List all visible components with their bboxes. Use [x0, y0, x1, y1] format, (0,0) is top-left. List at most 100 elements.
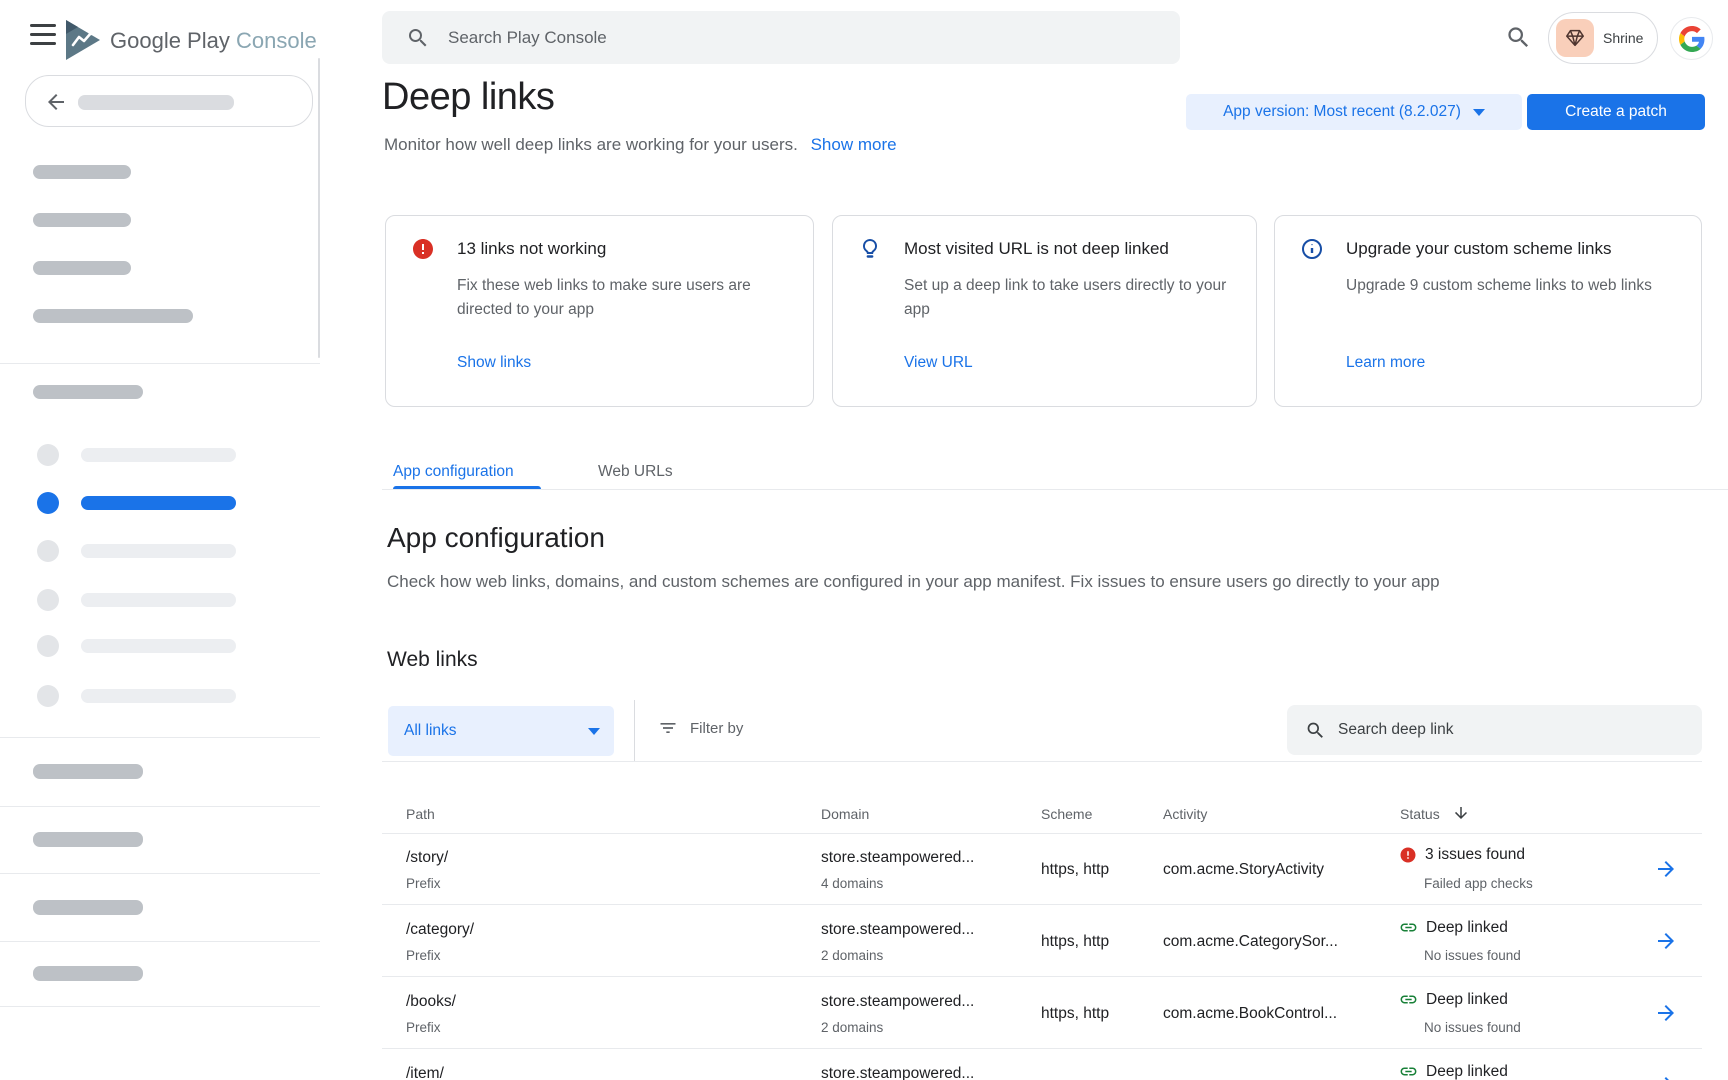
row-detail-arrow-icon[interactable]: [1654, 1001, 1678, 1025]
table-row[interactable]: /category/ Prefix store.steampowered... …: [382, 905, 1702, 977]
sort-descending-icon[interactable]: [1452, 804, 1470, 822]
app-selector-chip[interactable]: Shrine: [1548, 12, 1658, 64]
web-links-title: Web links: [387, 648, 478, 672]
filter-by-label: Filter by: [690, 720, 743, 737]
card-body: Upgrade 9 custom scheme links to web lin…: [1346, 274, 1675, 298]
row-status: 3 issues found: [1425, 846, 1525, 864]
row-path: /books/: [406, 993, 456, 1011]
row-activity: com.acme.BookControl...: [1163, 1005, 1337, 1023]
row-path: /category/: [406, 921, 474, 939]
row-activity: com.acme.CategorySor...: [1163, 933, 1338, 951]
page-title: Deep links: [382, 76, 554, 119]
nav-item-icon-placeholder: [37, 635, 59, 657]
lightbulb-icon: [858, 237, 882, 261]
row-domain-count: 4 domains: [821, 876, 883, 891]
row-path: /item/: [406, 1065, 444, 1080]
links-filter-dropdown[interactable]: All links: [388, 706, 614, 756]
row-domain: store.steampowered...: [821, 993, 974, 1011]
row-detail-arrow-icon[interactable]: [1654, 929, 1678, 953]
skeleton-bar: [81, 544, 236, 558]
card-title: Most visited URL is not deep linked: [904, 239, 1240, 259]
hamburger-line: [30, 33, 56, 36]
learn-more-link[interactable]: Learn more: [1346, 354, 1425, 372]
skeleton-bar: [81, 639, 236, 653]
row-status-detail: No issues found: [1424, 1020, 1521, 1035]
row-status-detail: No issues found: [1424, 948, 1521, 963]
deep-link-search-input[interactable]: Search deep link: [1287, 705, 1702, 755]
column-header-scheme[interactable]: Scheme: [1041, 806, 1092, 822]
tabs-divider: [382, 489, 1728, 490]
skeleton-bar: [33, 966, 143, 981]
row-detail-arrow-icon[interactable]: [1654, 857, 1678, 881]
app-version-dropdown[interactable]: App version: Most recent (8.2.027): [1186, 94, 1522, 130]
filter-by-button[interactable]: Filter by: [658, 718, 743, 738]
deep-link-search-placeholder: Search deep link: [1338, 721, 1453, 739]
skeleton-bar: [78, 95, 234, 110]
show-more-link[interactable]: Show more: [811, 135, 897, 154]
row-activity: com.acme.StoryActivity: [1163, 861, 1324, 879]
sidebar-divider: [0, 363, 320, 364]
card-title: Upgrade your custom scheme links: [1346, 239, 1685, 259]
app-thumbnail: [1556, 19, 1594, 57]
view-url-link[interactable]: View URL: [904, 354, 973, 372]
skeleton-bar: [81, 689, 236, 703]
table-row[interactable]: /books/ Prefix store.steampowered... 2 d…: [382, 977, 1702, 1049]
row-path-type: Prefix: [406, 1020, 441, 1035]
row-domain: store.steampowered...: [821, 1065, 974, 1080]
dropdown-caret-icon: [588, 728, 600, 735]
play-console-app: Google Play Console: [0, 0, 1728, 1080]
arrow-back-icon[interactable]: [44, 90, 68, 114]
column-header-domain[interactable]: Domain: [821, 806, 869, 822]
table-row[interactable]: /story/ Prefix store.steampowered... 4 d…: [382, 833, 1702, 905]
logo-text-primary: Google Play: [110, 28, 230, 53]
tab-web-urls[interactable]: Web URLs: [598, 458, 673, 486]
app-chip-name: Shrine: [1603, 30, 1643, 46]
table-row[interactable]: /item/ store.steampowered... Deep linked: [382, 1049, 1702, 1080]
toolbar-bottom-divider: [382, 761, 1702, 762]
search-icon-button[interactable]: [1505, 24, 1532, 51]
card-title: 13 links not working: [457, 239, 797, 259]
row-scheme: https, http: [1041, 861, 1109, 879]
nav-item-icon-placeholder: [37, 444, 59, 466]
card-body: Fix these web links to make sure users a…: [457, 274, 787, 322]
play-console-logo-text: Google Play Console: [110, 28, 317, 54]
row-detail-arrow-icon[interactable]: [1654, 1073, 1678, 1080]
create-patch-button[interactable]: Create a patch: [1527, 94, 1705, 130]
deep-link-icon: [1399, 990, 1418, 1009]
info-icon: [1300, 237, 1324, 261]
row-path-type: Prefix: [406, 948, 441, 963]
skeleton-bar: [33, 165, 131, 179]
row-scheme: https, http: [1041, 933, 1109, 951]
nav-item-icon-placeholder: [37, 492, 59, 514]
row-scheme: https, http: [1041, 1005, 1109, 1023]
tab-app-configuration[interactable]: App configuration: [393, 458, 514, 486]
nav-item-icon-placeholder: [37, 540, 59, 562]
toolbar-divider: [634, 700, 635, 762]
global-search-placeholder: Search Play Console: [448, 28, 607, 48]
row-domain-count: 2 domains: [821, 948, 883, 963]
global-search-input[interactable]: Search Play Console: [382, 11, 1180, 64]
search-icon: [406, 26, 430, 50]
search-icon: [1305, 720, 1326, 741]
row-status-detail: Failed app checks: [1424, 876, 1533, 891]
sidebar-divider: [0, 1006, 320, 1007]
column-header-status[interactable]: Status: [1400, 806, 1440, 822]
sidebar-scrollbar[interactable]: [318, 58, 320, 358]
play-console-logo-icon: [64, 19, 102, 61]
row-status: Deep linked: [1426, 1063, 1508, 1080]
google-account-avatar[interactable]: [1670, 17, 1713, 60]
skeleton-bar: [33, 900, 143, 915]
nav-item-icon-placeholder: [37, 685, 59, 707]
hamburger-menu-icon[interactable]: [30, 24, 56, 46]
hamburger-line: [30, 42, 56, 45]
row-status: Deep linked: [1426, 919, 1508, 937]
show-links-link[interactable]: Show links: [457, 354, 531, 372]
column-header-path[interactable]: Path: [406, 806, 435, 822]
back-navigation[interactable]: [25, 75, 313, 127]
row-domain-count: 2 domains: [821, 1020, 883, 1035]
row-domain: store.steampowered...: [821, 849, 974, 867]
column-header-activity[interactable]: Activity: [1163, 806, 1207, 822]
skeleton-bar: [33, 385, 143, 399]
skeleton-bar: [81, 448, 236, 462]
dropdown-caret-icon: [1473, 109, 1485, 116]
